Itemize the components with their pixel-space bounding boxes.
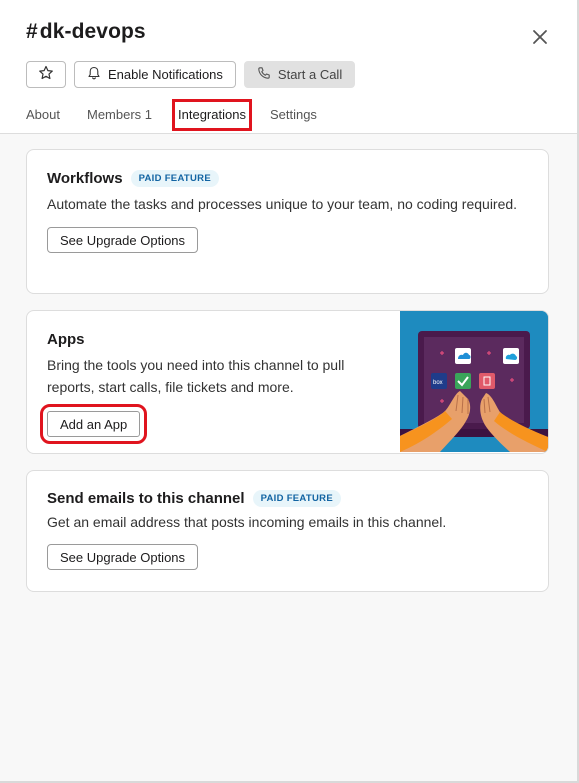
channel-details-modal: #dk-devops Enable Notifications Start a …	[0, 0, 579, 783]
box-tile-label: box	[433, 380, 443, 386]
apps-title: Apps	[47, 331, 85, 348]
apps-description: Bring the tools you need into this chann…	[47, 357, 345, 395]
tab-about[interactable]: About	[26, 100, 60, 130]
workflows-title-row: Workflows PAID FEATURE	[47, 170, 528, 187]
emails-title-row: Send emails to this channel PAID FEATURE	[47, 490, 528, 507]
emails-card: Send emails to this channel PAID FEATURE…	[26, 470, 549, 592]
star-button[interactable]	[26, 61, 66, 88]
apps-title-row: Apps	[47, 331, 377, 348]
apps-illustration: box	[400, 311, 548, 452]
star-icon	[38, 65, 54, 84]
workflows-card: Workflows PAID FEATURE Automate the task…	[26, 149, 549, 294]
start-call-button[interactable]: Start a Call	[243, 61, 356, 88]
channel-hash: #	[26, 20, 38, 43]
start-call-label: Start a Call	[277, 67, 343, 82]
paid-feature-badge: PAID FEATURE	[252, 490, 341, 507]
channel-actions: Enable Notifications Start a Call	[26, 61, 356, 88]
channel-name: dk-devops	[39, 20, 146, 43]
phone-icon	[257, 66, 271, 83]
emails-upgrade-button[interactable]: See Upgrade Options	[47, 544, 199, 570]
workflows-upgrade-button[interactable]: See Upgrade Options	[47, 227, 199, 253]
add-app-button[interactable]: Add an App	[39, 404, 148, 444]
tab-integrations[interactable]: Integrations	[172, 99, 252, 131]
enable-notifications-button[interactable]: Enable Notifications	[74, 61, 236, 88]
workflows-title: Workflows	[47, 170, 123, 187]
emails-description: Get an email address that posts incoming…	[47, 514, 447, 530]
tab-settings[interactable]: Settings	[270, 100, 317, 130]
emails-title: Send emails to this channel	[47, 490, 245, 507]
apps-card: Apps Bring the tools you need into this …	[26, 310, 549, 454]
bell-icon	[87, 66, 101, 83]
modal-header: #dk-devops Enable Notifications Start a …	[0, 0, 577, 134]
channel-tabs: About Members 1 Integrations Settings	[26, 99, 344, 131]
enable-notifications-label: Enable Notifications	[108, 67, 223, 82]
integrations-panel: Workflows PAID FEATURE Automate the task…	[0, 134, 577, 781]
workflows-description: Automate the tasks and processes unique …	[47, 196, 518, 212]
paid-feature-badge: PAID FEATURE	[130, 170, 219, 187]
tab-members[interactable]: Members 1	[87, 100, 152, 130]
channel-title: #dk-devops	[26, 20, 146, 44]
close-icon[interactable]	[529, 26, 551, 48]
